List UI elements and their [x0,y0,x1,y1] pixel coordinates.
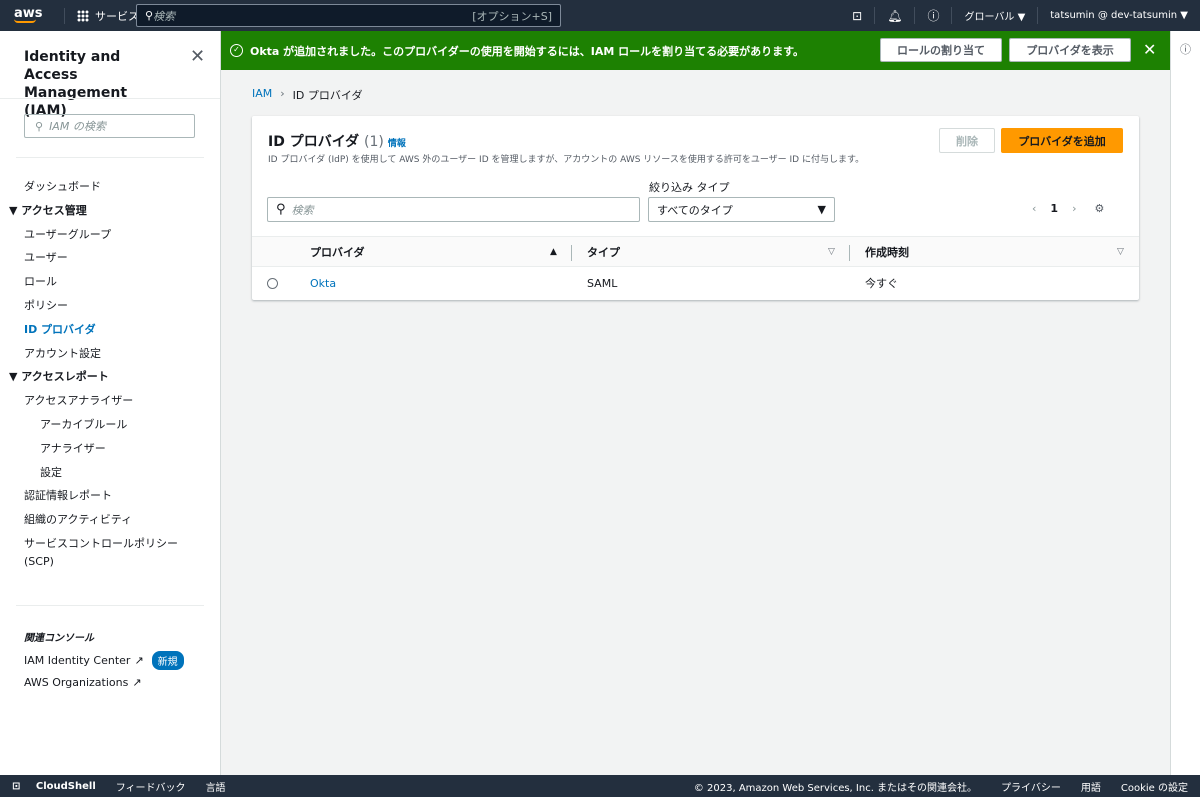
sidebar-item[interactable]: 設定 [0,461,220,485]
top-nav: aws サービス ⚲ 検索 [オプション+S] ⊡ 🔔︎ ⓘ グローバル ▼ tat… [0,0,1200,31]
terms-link[interactable]: 用語 [1081,779,1101,794]
search-icon: ⚲ [276,202,286,217]
copyright: © 2023, Amazon Web Services, Inc. またはその関… [693,782,978,794]
sidebar-title: Identity and Access Management (IAM) [24,49,128,119]
sort-icon[interactable]: ▽ [1117,237,1124,268]
search-icon: ⚲ [35,119,44,133]
region-menu[interactable]: グローバル ▼ [951,7,1037,24]
external-link-icon: ↗ [132,676,142,689]
info-panel-rail: ⓘ [1170,31,1200,775]
providers-table-card: ID プロバイダ (1) 情報 ID プロバイダ (IdP) を使用して AWS … [252,116,1139,300]
type-filter-select[interactable]: すべてのタイプ ▼ [648,197,835,222]
help-icon[interactable]: ⓘ [914,7,951,24]
new-badge: 新規 [151,651,184,670]
global-search-input[interactable]: ⚲ 検索 [オプション+S] [136,4,561,27]
assign-role-button[interactable]: ロールの割り当て [880,38,1002,62]
view-provider-button[interactable]: プロバイダを表示 [1009,38,1131,62]
success-banner: ✓ Okta が追加されました。このプロバイダーの使用を開始するには、IAM ロ… [221,31,1170,70]
footer: ⊡ CloudShell フィードバック 言語 © 2023, Amazon W… [0,775,1200,797]
page-title: ID プロバイダ (1) 情報 [268,134,406,150]
table-search-input[interactable]: ⚲ 検索 [267,197,640,222]
caret-down-icon: ▼ [817,203,826,216]
account-menu[interactable]: tatsumin @ dev-tatsumin ▼ [1037,7,1200,24]
sidebar-item[interactable]: ロール [0,270,220,294]
privacy-link[interactable]: プライバシー [1001,779,1061,794]
breadcrumb: IAM › ID プロバイダ [252,87,363,103]
sidebar-item[interactable]: アーカイブルール [0,413,220,437]
provider-type: SAML [587,277,618,290]
sort-icon[interactable]: ▽ [828,237,835,268]
check-circle-icon: ✓ [230,44,243,57]
bell-icon[interactable]: 🔔︎ [874,7,914,24]
sidebar-item[interactable]: ユーザーグループ [0,223,220,247]
sidebar-item[interactable]: ▼ アクセス管理 [0,199,220,223]
sidebar-item[interactable]: ID プロバイダ [0,318,220,342]
provider-link[interactable]: Okta [310,268,336,300]
sidebar-item[interactable]: 組織のアクティビティ [0,508,220,532]
iam-identity-center-link[interactable]: IAM Identity Center ↗ 新規 [24,651,184,670]
external-link-icon: ↗ [134,654,144,667]
filter-label: 絞り込み タイプ [649,181,730,194]
row-radio[interactable] [267,278,278,289]
sidebar-item[interactable]: ▼ アクセスレポート [0,365,220,389]
feedback-link[interactable]: フィードバック [116,779,186,794]
grid-icon [77,9,89,22]
chevron-right-icon: › [280,87,285,100]
related-consoles-heading: 関連コンソール [24,633,94,644]
column-type[interactable]: タイプ [587,237,620,268]
sort-asc-icon[interactable]: ▲ [550,237,557,268]
prev-page-icon[interactable]: ‹ [1032,202,1036,215]
next-page-icon[interactable]: › [1072,202,1076,215]
search-icon: ⚲ [145,9,154,22]
info-link[interactable]: 情報 [388,139,406,149]
info-icon[interactable]: ⓘ [1180,43,1191,56]
sidebar-item[interactable]: アクセスアナライザー [0,389,220,413]
delete-button[interactable]: 削除 [939,128,995,153]
sidebar-item[interactable]: ユーザー [0,246,220,270]
breadcrumb-iam[interactable]: IAM [252,87,272,103]
add-provider-button[interactable]: プロバイダを追加 [1001,128,1123,153]
close-icon[interactable]: ✕ [1143,40,1156,59]
sidebar-search-input[interactable]: ⚲ IAM の検索 [24,114,195,138]
pagination: ‹ 1 › ⚙ [1032,202,1105,215]
cloudshell-icon[interactable]: ⊡ [840,7,874,24]
language-link[interactable]: 言語 [206,779,226,794]
sidebar-item[interactable]: アカウント設定 [0,342,220,366]
aws-organizations-link[interactable]: AWS Organizations ↗ [24,676,142,689]
sidebar: Identity and Access Management (IAM) ✕ ⚲… [0,31,221,775]
column-provider[interactable]: プロバイダ [310,237,365,268]
provider-created: 今すぐ [865,277,898,290]
table-header: プロバイダ ▲ タイプ ▽ 作成時刻 ▽ [252,236,1139,267]
sidebar-item[interactable]: ポリシー [0,294,220,318]
aws-logo[interactable]: aws [14,7,44,23]
column-created[interactable]: 作成時刻 [865,237,909,268]
sidebar-item[interactable]: アナライザー [0,437,220,461]
sidebar-item[interactable]: 認証情報レポート [0,484,220,508]
gear-icon[interactable]: ⚙ [1094,202,1104,215]
cookie-link[interactable]: Cookie の設定 [1121,779,1188,794]
description: ID プロバイダ (IdP) を使用して AWS 外のユーザー ID を管理しま… [268,155,865,165]
sidebar-item[interactable]: ダッシュボード [0,175,220,199]
close-icon[interactable]: ✕ [190,46,205,67]
cloudshell-button[interactable]: ⊡ CloudShell [12,781,96,792]
services-menu[interactable]: サービス [64,7,139,24]
